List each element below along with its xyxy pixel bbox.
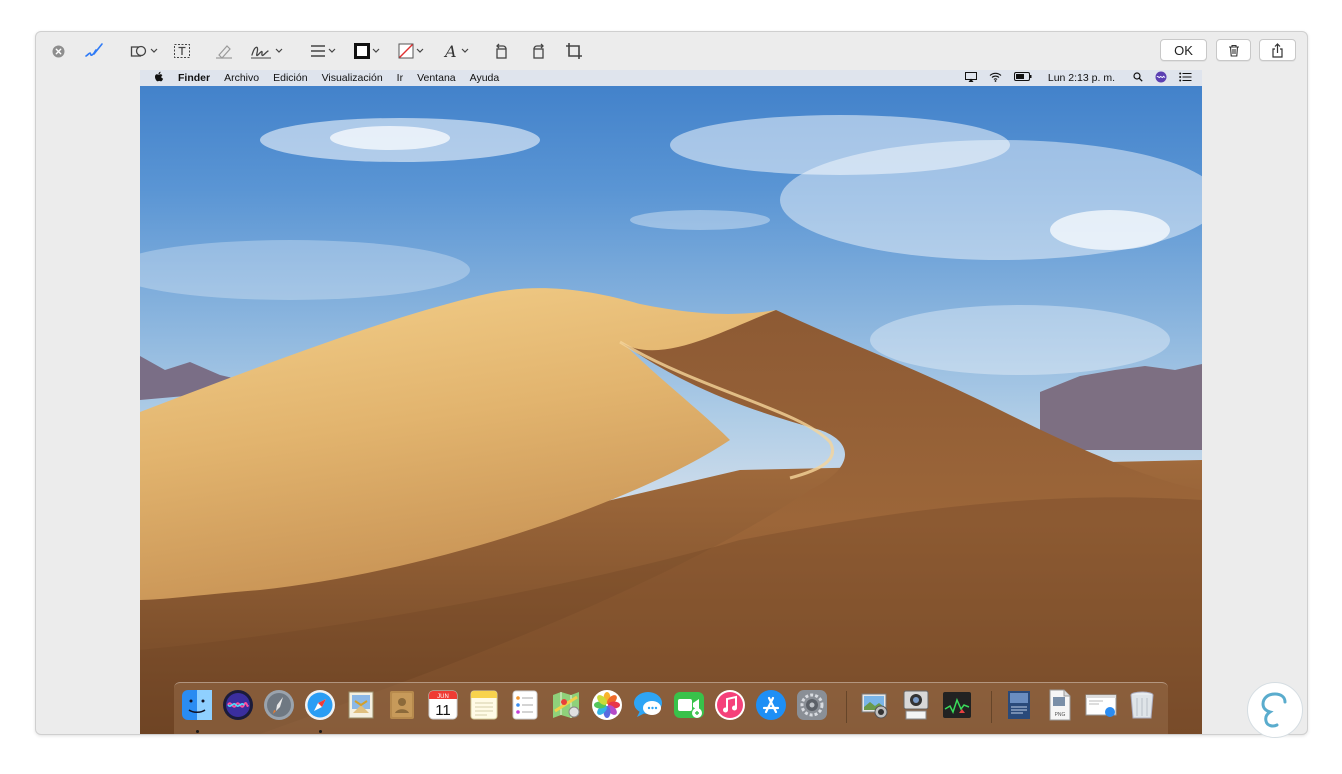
shapes-icon [130,45,147,57]
downloads-folder-icon[interactable] [1002,688,1036,722]
rotate-right-icon[interactable] [527,40,549,62]
highlighter-icon[interactable] [212,40,236,62]
chevron-down-icon [275,48,283,53]
apple-menu-icon[interactable] [154,71,164,86]
shapes-button[interactable] [127,40,161,62]
menu-visualizacion[interactable]: Visualización [322,72,383,84]
mail-icon[interactable] [344,688,378,722]
app-store-icon[interactable] [754,688,788,722]
launchpad-icon[interactable] [262,688,296,722]
mac-dock: JUN 11 PNG [174,682,1168,734]
share-icon [1272,42,1283,58]
airplay-icon[interactable] [964,71,977,85]
text-style-icon: A [443,42,457,60]
menu-edicion[interactable]: Edición [273,72,307,84]
ok-button[interactable]: OK [1160,39,1207,61]
maps-icon[interactable] [549,688,583,722]
running-indicator [196,730,199,733]
screenshot-icon[interactable] [899,688,933,722]
chevron-down-icon [372,48,380,53]
menubar-status-area: Lun 2:13 p. m. [964,70,1192,86]
calendar-icon[interactable]: JUN 11 [426,688,460,722]
messages-icon[interactable] [631,688,665,722]
line-style-button[interactable] [307,40,339,62]
reminders-icon[interactable] [508,688,542,722]
preview-file-icon[interactable]: PNG [1043,688,1077,722]
calendar-day: 11 [435,702,451,719]
facetime-icon[interactable] [672,688,706,722]
menu-ir[interactable]: Ir [397,72,403,84]
crop-icon[interactable] [563,40,585,62]
contacts-icon[interactable] [385,688,419,722]
image-capture-icon[interactable] [858,688,892,722]
border-color-icon [354,43,370,59]
menu-finder[interactable]: Finder [178,72,210,84]
screen-window-icon[interactable] [1084,688,1118,722]
photos-icon[interactable] [590,688,624,722]
siri-icon[interactable] [221,688,255,722]
svg-text:A: A [443,42,457,60]
safari-icon[interactable] [303,688,337,722]
screenshot-canvas[interactable]: Finder Archivo Edición Visualización Ir … [140,70,1202,734]
text-box-icon[interactable] [171,40,193,62]
signature-icon [251,46,271,59]
sketch-pen-icon[interactable] [82,40,106,62]
chevron-down-icon [328,48,336,53]
menu-archivo[interactable]: Archivo [224,72,259,84]
markup-toolbar: A OK [36,32,1307,70]
wifi-icon[interactable] [989,72,1002,85]
chevron-down-icon [461,48,469,53]
text-style-button[interactable]: A [440,40,472,62]
chevron-down-icon [416,48,424,53]
itunes-icon[interactable] [713,688,747,722]
spotlight-search-icon[interactable] [1133,71,1143,85]
signature-button[interactable] [248,40,284,62]
menu-ayuda[interactable]: Ayuda [470,72,500,84]
menubar-clock[interactable]: Lun 2:13 p. m. [1048,72,1115,84]
delete-button[interactable] [1216,39,1251,61]
rotate-left-icon[interactable] [491,40,513,62]
line-style-icon [311,45,325,57]
desert-wallpaper [140,115,1202,734]
finder-icon[interactable] [180,688,214,722]
markup-window: A OK Finder Archivo Edición Visualizació… [35,31,1308,735]
dock-separator [846,691,847,723]
notes-icon[interactable] [467,688,501,722]
chevron-down-icon [150,48,158,53]
fill-color-button[interactable] [395,40,427,62]
mac-menubar: Finder Archivo Edición Visualización Ir … [140,70,1202,86]
activity-monitor-icon[interactable] [940,688,974,722]
menu-ventana[interactable]: Ventana [417,72,456,84]
fill-color-icon [398,43,414,59]
close-icon[interactable] [50,40,66,62]
trash-icon [1228,44,1239,57]
siri-icon[interactable] [1155,71,1167,86]
trash-icon[interactable] [1125,688,1159,722]
system-preferences-icon[interactable] [795,688,829,722]
file-type-label: PNG [1055,712,1066,718]
border-color-button[interactable] [351,40,383,62]
running-indicator [319,730,322,733]
dock-separator [991,691,992,723]
calendar-month: JUN [437,694,449,700]
notification-center-icon[interactable] [1179,72,1192,85]
share-button[interactable] [1259,39,1296,61]
battery-icon[interactable] [1013,72,1032,84]
site-logo [1247,682,1303,738]
